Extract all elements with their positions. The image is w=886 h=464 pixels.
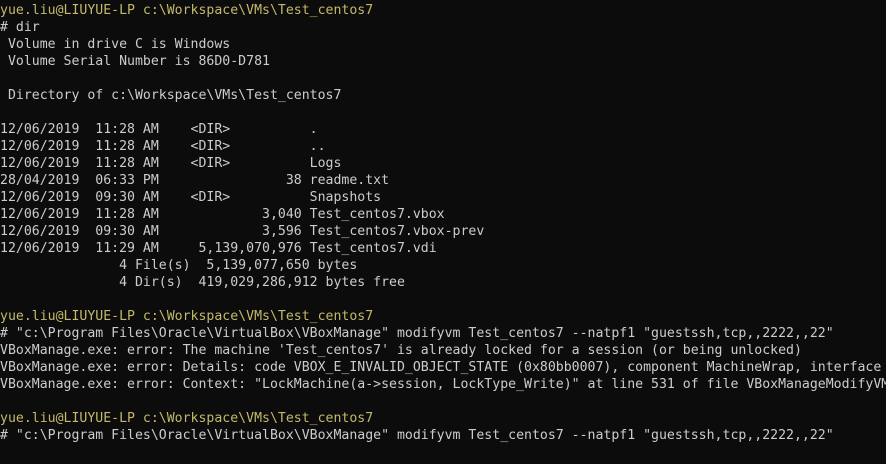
command-input-line[interactable]: # "c:\Program Files\Oracle\VirtualBox\VB… xyxy=(0,427,886,444)
dir-entry: 12/06/2019 11:28 AM 3,040 Test_centos7.v… xyxy=(0,207,445,222)
command-line: # dir xyxy=(0,20,40,35)
error-line: VBoxManage.exe: error: Details: code VBO… xyxy=(0,360,882,375)
output-line: Volume in drive C is Windows xyxy=(0,37,231,52)
error-line: VBoxManage.exe: error: Context: "LockMac… xyxy=(0,377,886,392)
command-line: # "c:\Program Files\Oracle\VirtualBox\VB… xyxy=(0,326,834,341)
dir-entry: 12/06/2019 09:30 AM 3,596 Test_centos7.v… xyxy=(0,224,485,239)
error-line: VBoxManage.exe: error: The machine 'Test… xyxy=(0,343,802,358)
prompt-line: yue.liu@LIUYUE-LP c:\Workspace\VMs\Test_… xyxy=(0,411,374,426)
output-line: Directory of c:\Workspace\VMs\Test_cento… xyxy=(0,88,342,103)
dir-entry: 12/06/2019 11:28 AM <DIR> .. xyxy=(0,139,326,154)
dir-summary: 4 File(s) 5,139,077,650 bytes xyxy=(0,258,358,273)
terminal-window[interactable]: yue.liu@LIUYUE-LP c:\Workspace\VMs\Test_… xyxy=(0,2,886,464)
output-line: Volume Serial Number is 86D0-D781 xyxy=(0,54,270,69)
prompt-line: yue.liu@LIUYUE-LP c:\Workspace\VMs\Test_… xyxy=(0,309,374,324)
dir-entry: 12/06/2019 11:29 AM 5,139,070,976 Test_c… xyxy=(0,241,437,256)
dir-summary: 4 Dir(s) 419,029,286,912 bytes free xyxy=(0,275,405,290)
dir-entry: 12/06/2019 09:30 AM <DIR> Snapshots xyxy=(0,190,382,205)
prompt-line: yue.liu@LIUYUE-LP c:\Workspace\VMs\Test_… xyxy=(0,3,374,18)
dir-entry: 12/06/2019 11:28 AM <DIR> Logs xyxy=(0,156,342,171)
dir-entry: 28/04/2019 06:33 PM 38 readme.txt xyxy=(0,173,390,188)
dir-entry: 12/06/2019 11:28 AM <DIR> . xyxy=(0,122,318,137)
